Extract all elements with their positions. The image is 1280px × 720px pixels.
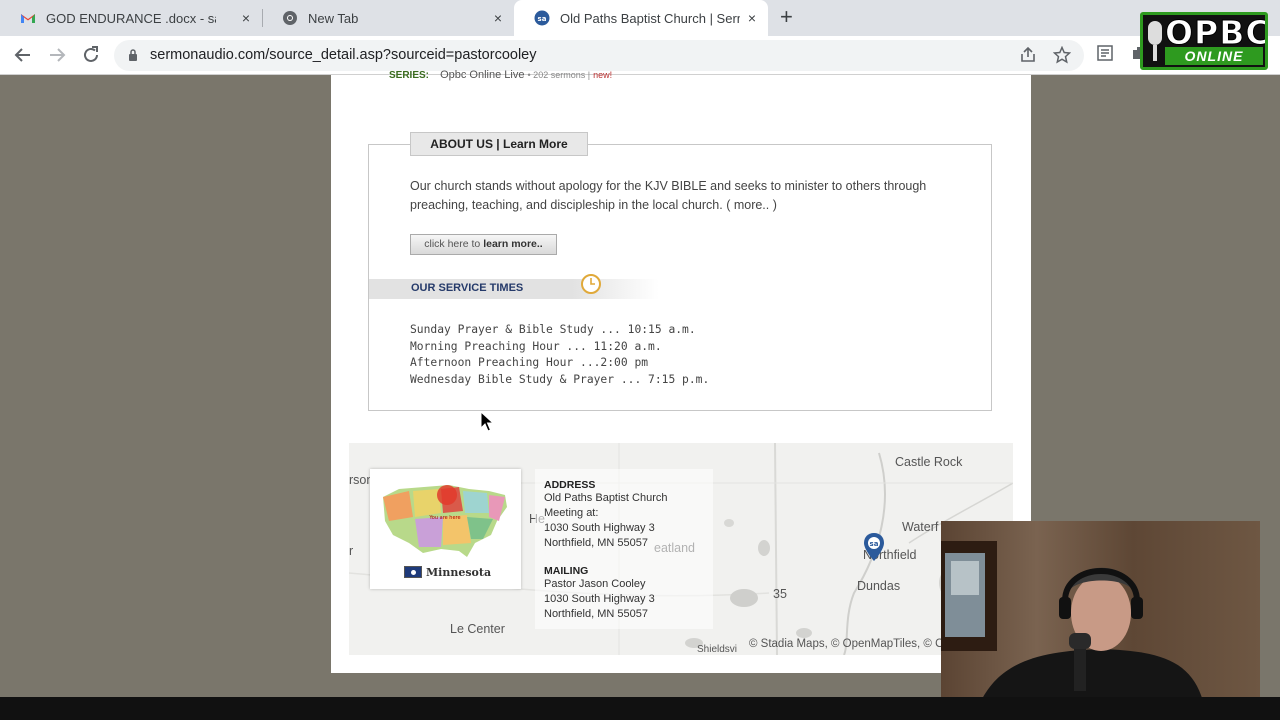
tab-label: New Tab — [308, 10, 359, 26]
gmail-icon — [21, 14, 35, 23]
arrow-left-icon — [14, 48, 30, 62]
reload-icon — [84, 46, 98, 62]
minnesota-flag-icon — [404, 566, 422, 578]
mouse-cursor-icon — [480, 411, 494, 432]
service-times-list: Sunday Prayer & Bible Study ... 10:15 a.… — [410, 322, 709, 388]
address-line: Northfield, MN 55057 — [544, 537, 648, 549]
service-time-row: Wednesday Bible Study & Prayer ... 7:15 … — [410, 372, 710, 386]
screen: GOD ENDURANCE .docx - salvati × New Tab … — [0, 0, 1280, 720]
service-time-row: Sunday Prayer & Bible Study ... 10:15 a.… — [410, 323, 696, 336]
map-label-r: r — [349, 544, 354, 558]
map-label-le-center: Le Center — [450, 622, 505, 636]
reading-list-icon[interactable] — [1096, 44, 1114, 62]
mailing-line: 1030 South Highway 3 — [544, 593, 655, 605]
tab-label: Old Paths Baptist Church | Sermo — [560, 10, 740, 26]
page-content: SERIES: Opbc Online Live • 202 sermons |… — [331, 69, 1031, 673]
about-us-separator: | — [492, 137, 503, 151]
map-pin-icon[interactable]: sa — [863, 532, 885, 562]
map-label-castle-rock: Castle Rock — [895, 455, 963, 469]
tab-gmail[interactable]: GOD ENDURANCE .docx - salvati × — [0, 0, 262, 36]
star-icon[interactable] — [1053, 46, 1071, 64]
tab-new-tab[interactable]: New Tab × — [262, 0, 514, 36]
us-map-icon: You are here — [383, 485, 507, 557]
sermonaudio-icon: sa — [534, 10, 550, 26]
svg-text:sa: sa — [538, 15, 547, 23]
arrow-right-icon — [50, 48, 66, 62]
address-card: ADDRESS Old Paths Baptist Church Meeting… — [535, 469, 713, 629]
series-new-badge: new! — [593, 70, 613, 80]
state-card: You are here Minnesota — [370, 469, 521, 589]
map-label-dundas: Dundas — [857, 579, 901, 593]
service-time-row: Morning Preaching Hour ... 11:20 a.m. — [410, 339, 662, 353]
microphone-stand — [1153, 45, 1157, 61]
microphone-icon — [1148, 21, 1162, 45]
address-line: Meeting at: — [544, 507, 599, 519]
mailing-line: Pastor Jason Cooley — [544, 578, 646, 590]
reload-button[interactable] — [80, 44, 102, 66]
learn-more-link[interactable]: Learn More — [503, 137, 568, 151]
service-time-row: Afternoon Preaching Hour ...2:00 pm — [410, 356, 649, 369]
map-attribution[interactable]: © Stadia Maps, © OpenMapTiles, © Op — [749, 638, 950, 650]
back-button[interactable] — [12, 44, 34, 66]
lock-icon — [129, 49, 137, 61]
address-bar[interactable]: sermonaudio.com/source_detail.asp?source… — [114, 40, 1084, 71]
url-text: sermonaudio.com/source_detail.asp?source… — [150, 47, 537, 63]
tab-close-icon[interactable]: × — [748, 10, 756, 26]
map-label-route-35: 35 — [773, 587, 787, 601]
about-us-title: ABOUT US — [430, 137, 493, 151]
learn-more-button-bold: learn more.. — [483, 238, 543, 250]
location-map[interactable]: Castle Rock Waterf Northfield Dundas Le … — [349, 443, 1013, 655]
clock-icon — [581, 274, 601, 294]
series-count: • 202 sermons | — [527, 70, 591, 80]
tab-close-icon[interactable]: × — [242, 10, 250, 26]
about-us-tab: ABOUT US | Learn More — [410, 132, 588, 156]
new-tab-button[interactable]: + — [780, 6, 793, 28]
forward-button[interactable] — [46, 44, 68, 66]
webcam-overlay — [941, 521, 1260, 701]
you-are-here-label: You are here — [428, 515, 460, 521]
taskbar-strip — [0, 697, 1280, 720]
tab-strip: GOD ENDURANCE .docx - salvati × New Tab … — [0, 0, 1280, 36]
map-label-shieldsville: Shieldsvi — [697, 644, 738, 655]
series-label: SERIES: — [389, 70, 430, 81]
learn-more-button-prefix: click here to — [424, 238, 484, 250]
opbc-online-logo: OPBC ONLINE — [1140, 12, 1268, 70]
about-us-text: Our church stands without apology for th… — [410, 177, 950, 215]
tab-sermonaudio[interactable]: sa Old Paths Baptist Church | Sermo × — [514, 0, 768, 36]
mailing-heading: MAILING — [544, 565, 589, 577]
webcam-image — [941, 521, 1260, 701]
tab-label: GOD ENDURANCE .docx - salvati — [46, 10, 216, 26]
browser-toolbar: sermonaudio.com/source_detail.asp?source… — [0, 36, 1280, 75]
series-line: SERIES: Opbc Online Live • 202 sermons |… — [389, 69, 612, 81]
tab-close-icon[interactable]: × — [494, 10, 502, 26]
address-heading: ADDRESS — [544, 479, 596, 491]
learn-more-button[interactable]: click here to learn more.. — [410, 234, 557, 255]
share-icon[interactable] — [1019, 46, 1037, 64]
address-line: 1030 South Highway 3 — [544, 522, 655, 534]
more-link[interactable]: ( more.. ) — [726, 198, 777, 212]
logo-bottom-text: ONLINE — [1165, 47, 1263, 65]
state-name: Minnesota — [426, 566, 492, 579]
address-line: Old Paths Baptist Church — [544, 492, 668, 504]
about-description: Our church stands without apology for th… — [410, 179, 927, 212]
chrome-icon — [283, 11, 297, 25]
map-label-waterford: Waterf — [902, 520, 939, 534]
svg-text:sa: sa — [870, 540, 879, 548]
series-name[interactable]: Opbc Online Live — [440, 69, 524, 81]
mailing-line: Northfield, MN 55057 — [544, 608, 648, 620]
service-times-title: OUR SERVICE TIMES — [411, 282, 524, 294]
